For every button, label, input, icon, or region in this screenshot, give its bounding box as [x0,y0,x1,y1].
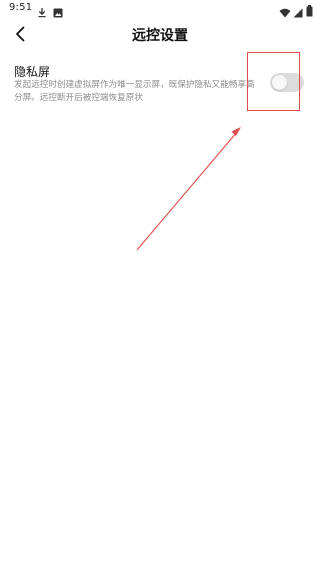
page-title: 远控设置 [132,28,188,44]
toggle-knob [272,75,287,90]
privacy-screen-toggle[interactable] [270,73,304,92]
app-header: 远控设置 [0,18,320,48]
setting-title: 隐私屏 [14,65,51,79]
remote-control-settings-screen: 9:51 远控设置 隐私屏 发起远控时创建虚拟屏作为唯一显示屏，既保护隐私又能畅… [0,0,320,568]
status-time: 9:51 [9,2,33,13]
status-bar: 9:51 [0,0,320,18]
setting-description: 发起远控时创建虚拟屏作为唯一显示屏，既保护隐私又能畅享高分屏。远控断开后被控端恢… [14,80,255,103]
